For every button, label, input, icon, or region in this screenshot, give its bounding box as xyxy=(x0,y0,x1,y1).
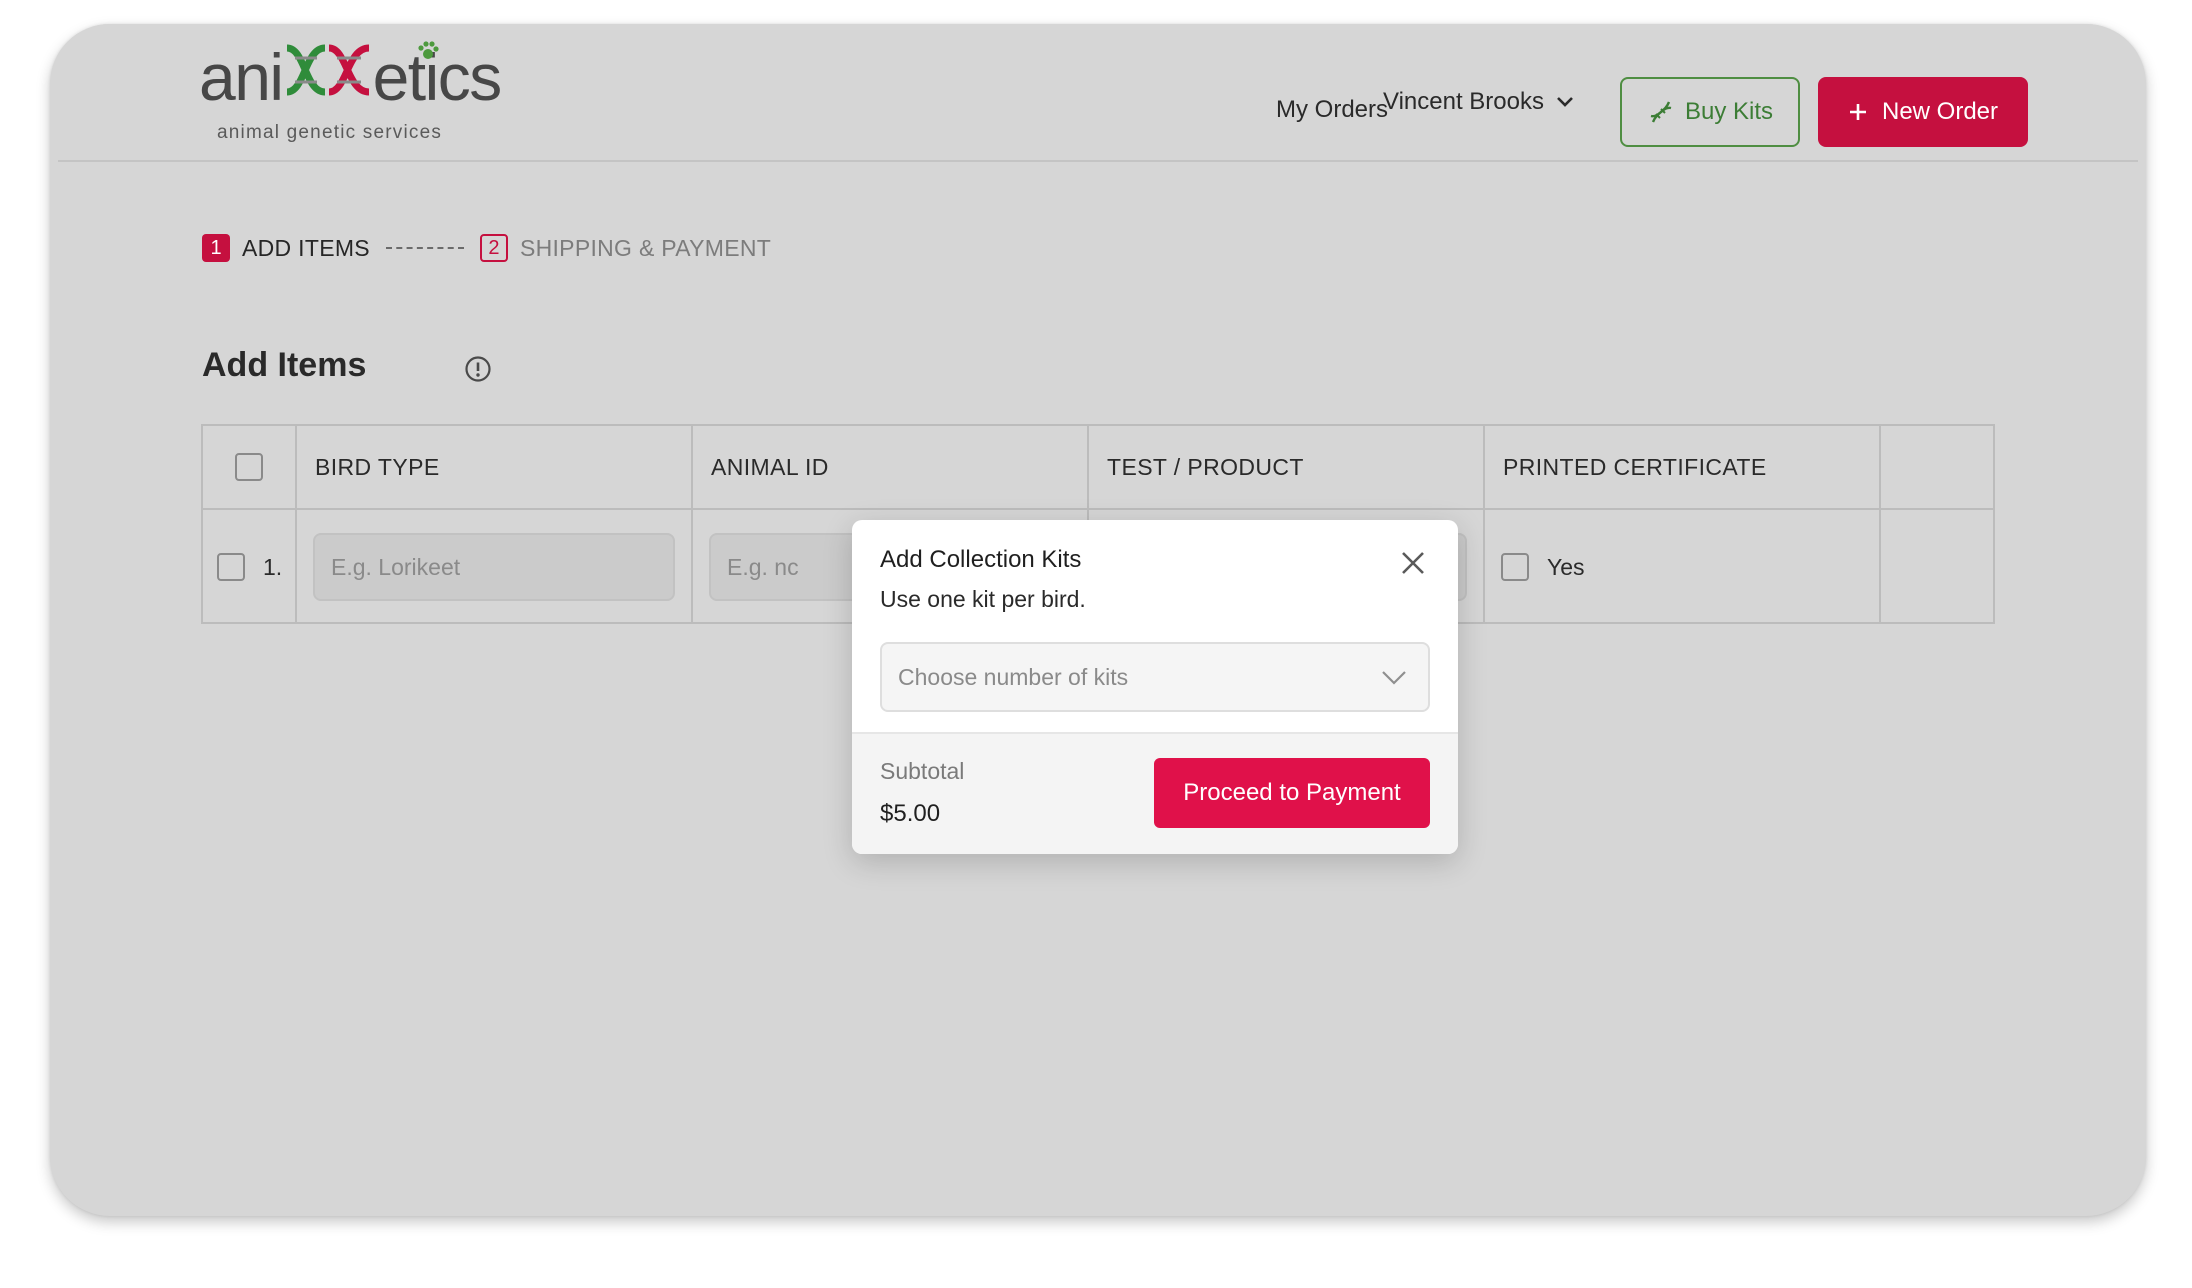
chevron-down-icon xyxy=(1382,671,1406,685)
plus-icon xyxy=(1849,104,1866,120)
modal-title: Add Collection Kits xyxy=(880,546,1082,573)
certificate-yes-label: Yes xyxy=(1547,553,1585,580)
new-order-label: New Order xyxy=(1881,98,1999,125)
bird-type-cell: E.g. Lorikeet xyxy=(297,510,693,624)
column-header-test-product: TEST / PRODUCT xyxy=(1089,426,1485,508)
page-title: Add Items xyxy=(202,346,367,384)
step-2-number: 2 xyxy=(479,234,508,262)
column-header-actions xyxy=(1881,426,1993,508)
column-header-bird-type: BIRD TYPE xyxy=(297,426,693,508)
step-2-label: SHIPPING & PAYMENT xyxy=(519,234,772,261)
app-content: ani etics animal genetic services My Orde… xyxy=(58,24,2138,1208)
paw-icon xyxy=(418,41,439,59)
kit-count-placeholder: Choose number of kits xyxy=(898,663,1129,690)
user-menu[interactable]: Vincent Brooks xyxy=(1383,82,1574,122)
top-header: ani etics animal genetic services My Orde… xyxy=(58,24,2138,162)
dna-icon xyxy=(1650,101,1672,123)
buy-kits-button[interactable]: Buy Kits xyxy=(1620,77,1800,147)
modal-subtitle: Use one kit per bird. xyxy=(880,586,1086,612)
row-number: 1. xyxy=(263,553,283,580)
row-1-checkbox[interactable] xyxy=(217,553,245,581)
subtotal-label: Subtotal xyxy=(880,758,965,784)
proceed-to-payment-button[interactable]: Proceed to Payment xyxy=(1154,758,1430,828)
logo-tagline: animal genetic services xyxy=(217,122,443,143)
add-collection-kits-modal: Add Collection Kits Use one kit per bird… xyxy=(852,520,1458,854)
animetics-logo[interactable]: ani etics animal genetic services xyxy=(199,40,502,150)
chevron-down-icon xyxy=(1557,97,1573,107)
header-select-cell xyxy=(203,426,297,508)
new-order-button[interactable]: New Order xyxy=(1818,77,2028,147)
column-header-printed-certificate: PRINTED CERTIFICATE xyxy=(1485,426,1881,508)
buy-kits-label: Buy Kits xyxy=(1684,98,1774,125)
dna-helix-logo-mark xyxy=(283,40,373,100)
column-header-animal-id: ANIMAL ID xyxy=(693,426,1089,508)
select-all-checkbox[interactable] xyxy=(235,453,263,481)
step-1-number: 1 xyxy=(202,234,230,262)
subtotal-value: $5.00 xyxy=(880,800,941,827)
printed-certificate-cell: Yes xyxy=(1485,510,1881,624)
certificate-checkbox[interactable] xyxy=(1501,553,1529,581)
step-connector xyxy=(385,247,464,249)
row-actions-cell xyxy=(1881,510,1993,624)
logo-wordmark: ani etics xyxy=(199,40,502,110)
logo-word-start: ani xyxy=(199,40,284,114)
table-row: 1. xyxy=(203,510,297,624)
info-icon[interactable] xyxy=(464,355,492,383)
kit-count-select[interactable]: Choose number of kits xyxy=(880,642,1430,712)
user-name: Vincent Brooks xyxy=(1383,88,1544,115)
modal-footer: Subtotal $5.00 Proceed to Payment xyxy=(852,732,1458,854)
bird-type-input[interactable]: E.g. Lorikeet xyxy=(313,533,675,601)
step-1-label: ADD ITEMS xyxy=(242,234,370,261)
close-icon[interactable] xyxy=(1396,546,1430,580)
my-orders-link[interactable]: My Orders xyxy=(1276,96,1388,124)
app-window: ani etics animal genetic services My Orde… xyxy=(50,24,2146,1216)
checkout-stepper: 1 ADD ITEMS 2 SHIPPING & PAYMENT xyxy=(202,228,771,268)
